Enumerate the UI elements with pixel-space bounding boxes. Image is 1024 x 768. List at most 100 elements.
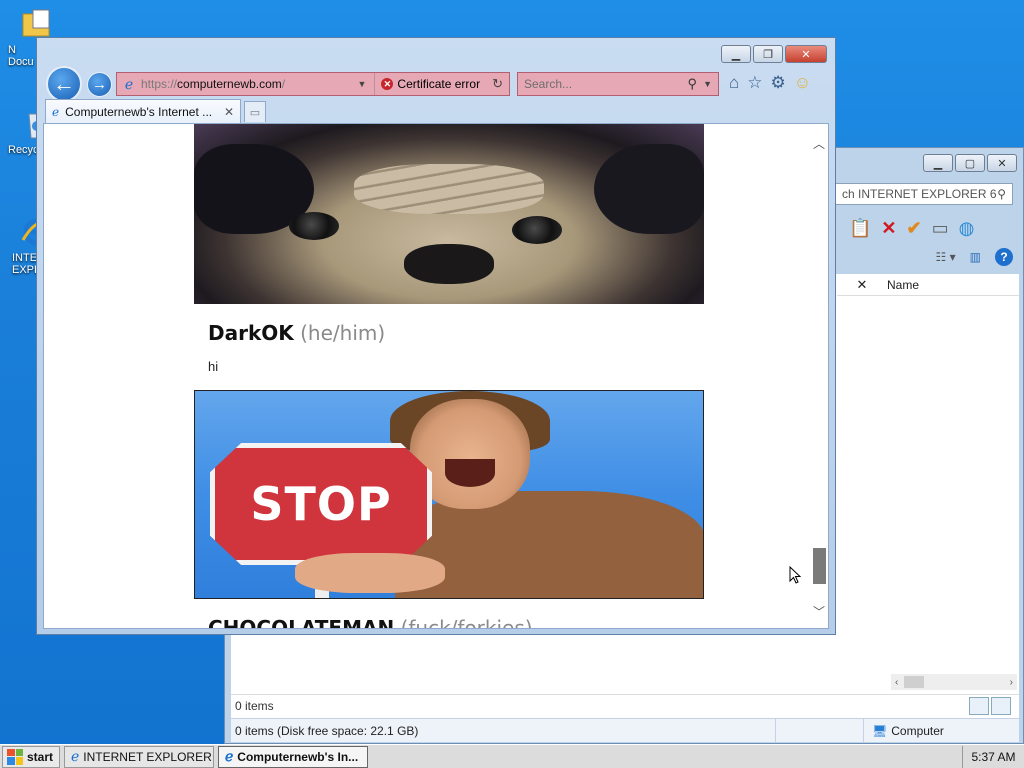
pug-wrinkles (354, 164, 544, 214)
close-button[interactable]: ✕ (785, 45, 827, 63)
back-arrow-icon: ← (53, 71, 75, 96)
vertical-scrollbar[interactable]: ︿ ﹀ (810, 124, 828, 628)
delete-icon[interactable]: ✕ (881, 218, 896, 239)
taskbar-item-explorer[interactable]: ℯ INTERNET EXPLORER 6 (64, 745, 214, 768)
ie-taskbar-icon: ℯ (71, 748, 80, 764)
back-button[interactable]: ← (46, 66, 82, 102)
search-dropdown-icon[interactable]: ▼ (703, 79, 712, 89)
search-icon[interactable]: ⚲ (688, 76, 698, 92)
jb-hand (295, 553, 445, 593)
view-mode-buttons (969, 697, 1011, 715)
minimize-button[interactable]: ▁ (923, 154, 953, 172)
pug-image (194, 124, 704, 304)
new-tab-icon: ▭ (249, 106, 261, 119)
rename-icon[interactable]: ▭ (932, 218, 949, 239)
start-button[interactable]: start (2, 745, 60, 768)
scrollbar-thumb[interactable] (813, 548, 826, 584)
explorer-toolbar: 📋 ✕ ✔ ▭ ◍ (835, 214, 1024, 242)
search-icon: ⚲ (997, 187, 1006, 201)
mouse-cursor-icon (789, 566, 801, 584)
taskbar-item-label: INTERNET EXPLORER 6 (83, 749, 214, 764)
windows-flag-icon (7, 748, 23, 765)
preview-pane-icon[interactable]: ▥ (970, 250, 981, 264)
explorer-item-count-bar: 0 items (231, 694, 1019, 718)
computer-icon: 🖥 (872, 723, 888, 738)
ie-tab-icon: ℯ (52, 104, 60, 119)
explorer-search-input[interactable]: ch INTERNET EXPLORER 6 ⚲ (835, 183, 1013, 205)
certificate-error-label: Certificate error (397, 77, 481, 91)
ie-search-placeholder: Search... (524, 77, 573, 91)
thumbnails-view-button[interactable] (991, 697, 1011, 715)
item-count: 0 items (235, 699, 274, 713)
maximize-button[interactable]: ▢ (955, 154, 985, 172)
jb-mouth (445, 459, 495, 487)
pug-nose (404, 244, 494, 284)
start-label: start (27, 749, 54, 764)
refresh-icon[interactable]: ↻ (486, 76, 509, 92)
ie-page-icon: ℯ (124, 76, 134, 92)
forward-button[interactable]: → (87, 72, 112, 97)
certificate-error-button[interactable]: ✕ Certificate error (374, 73, 486, 95)
post-author: DarkOK (he/him) (208, 321, 385, 345)
status-location: 🖥 Computer (864, 724, 944, 738)
stop-sign: STOP (210, 443, 432, 565)
taskbar-item-ie[interactable]: ℯ Computernewb's In... (218, 745, 368, 768)
taskbar-clock[interactable]: 5:37 AM (962, 745, 1024, 768)
pug-eye-right (512, 216, 562, 244)
favorites-star-icon[interactable]: ☆ (747, 73, 762, 93)
post-author-name: DarkOK (208, 321, 294, 345)
explorer-view-toolbar: ☷ ▾ ▥ ? (835, 244, 1024, 270)
home-icon[interactable]: ⌂ (729, 73, 739, 93)
details-view-button[interactable] (969, 697, 989, 715)
gear-icon[interactable]: ⚙ (771, 73, 786, 93)
feedback-smiley-icon[interactable]: ☺ (794, 73, 811, 93)
scroll-left-icon[interactable]: ‹ (895, 677, 898, 688)
help-icon[interactable]: ? (995, 248, 1013, 266)
ie-window-controls: ▁ ❐ ✕ (721, 45, 827, 63)
taskbar-item-label: Computernewb's In... (237, 749, 359, 764)
status-spacer (776, 719, 864, 742)
stop-sign-text: STOP (250, 477, 392, 531)
url-host: computernewb.com (177, 77, 282, 91)
restore-button[interactable]: ❐ (753, 45, 783, 63)
paste-icon[interactable]: 📋 (849, 218, 871, 239)
views-icon[interactable]: ☷ ▾ (936, 250, 956, 264)
network-icon[interactable]: ◍ (959, 218, 975, 239)
minimize-button[interactable]: ▁ (721, 45, 751, 63)
ie-command-icons: ⌂ ☆ ⚙ ☺ (729, 73, 811, 93)
certificate-error-icon: ✕ (381, 78, 394, 90)
scroll-up-icon[interactable]: ︿ (810, 134, 828, 152)
ie-window[interactable]: ▁ ❐ ✕ ← → ℯ https:// computernewb.com / … (36, 37, 836, 635)
horizontal-scrollbar[interactable]: ‹ › (891, 674, 1017, 690)
post-author-pronouns: (fuck/forkies) (400, 616, 533, 629)
tab-title: Computernewb's Internet ... (65, 104, 213, 119)
close-button[interactable]: ✕ (987, 154, 1017, 172)
page-viewport[interactable]: DarkOK (he/him) hi STOP CHOCOLATEMAN (fu… (43, 123, 829, 629)
post-author-pronouns: (he/him) (300, 321, 386, 345)
ie-taskbar-icon: ℯ (225, 748, 234, 764)
checkmark-icon[interactable]: ✔ (907, 218, 922, 239)
post-body: hi (208, 359, 219, 374)
explorer-status-bar: 0 items (Disk free space: 22.1 GB) 🖥 Com… (231, 718, 1019, 742)
new-tab-button[interactable]: ▭ (244, 101, 266, 122)
explorer-search-text: ch INTERNET EXPLORER 6 (842, 187, 997, 201)
tab-close-icon[interactable]: ✕ (224, 105, 234, 119)
pug-ear-right (594, 144, 704, 234)
column-name-header[interactable]: Name (887, 278, 919, 292)
address-dropdown-icon[interactable]: ▼ (357, 79, 366, 89)
ie-search-input[interactable]: Search... ⚲ ▼ (517, 72, 719, 96)
scrollbar-thumb[interactable] (904, 676, 925, 688)
forward-arrow-icon: → (92, 76, 107, 93)
address-bar[interactable]: ℯ https:// computernewb.com / ▼ ✕ Certif… (116, 72, 510, 96)
pug-eye-left (289, 212, 339, 240)
url-path: / (281, 77, 286, 91)
explorer-window-controls: ▁ ▢ ✕ (923, 154, 1017, 172)
scroll-down-icon[interactable]: ﹀ (810, 602, 828, 620)
status-text: 0 items (Disk free space: 22.1 GB) (231, 719, 776, 742)
taskbar: start ℯ INTERNET EXPLORER 6 ℯ Computerne… (0, 744, 1024, 768)
column-header: ✕ Name (837, 274, 1019, 296)
scroll-right-icon[interactable]: › (1010, 677, 1013, 688)
column-close-icon[interactable]: ✕ (837, 277, 887, 293)
tab-computernewb[interactable]: ℯ Computernewb's Internet ... ✕ (45, 99, 241, 123)
stop-sign-image: STOP (194, 390, 704, 599)
